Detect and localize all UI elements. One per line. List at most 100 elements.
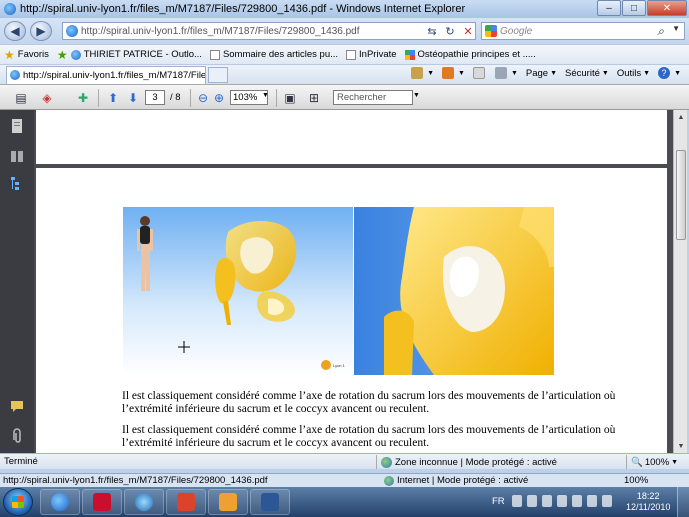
minimize-button[interactable]: – <box>597 0 621 16</box>
print-icon[interactable]: ▤ <box>12 89 30 107</box>
language-indicator[interactable]: FR <box>492 496 505 507</box>
maximize-button[interactable]: □ <box>622 0 646 16</box>
taskbar-app-ie[interactable] <box>40 489 80 515</box>
find-input[interactable]: Rechercher <box>333 90 413 105</box>
scroll-down-button[interactable]: ▼ <box>674 439 688 453</box>
favorites-bar: ★ Favoris ★ THIRIET PATRICE - Outlo... S… <box>0 44 689 64</box>
compat-view-icon[interactable]: ⇆ <box>424 23 440 39</box>
windows-taskbar: FR 18:22 12/11/2010 <box>0 487 689 517</box>
new-tab-button[interactable] <box>208 67 228 83</box>
favorites-item-label: InPrivate <box>359 49 397 60</box>
fit-page-icon[interactable]: ▣ <box>281 89 299 107</box>
back-button[interactable]: ◀ <box>4 21 26 41</box>
start-button[interactable] <box>3 488 33 516</box>
scroll-thumb[interactable] <box>676 150 686 240</box>
lyon-logo-text: Lyon 1 <box>333 363 346 368</box>
mail-button[interactable] <box>472 67 487 79</box>
help-menu[interactable]: ? ▼ <box>658 67 681 79</box>
tray-icon[interactable] <box>527 495 537 507</box>
search-icon[interactable]: ⌕ <box>657 24 664 39</box>
attachments-panel-icon[interactable] <box>10 148 24 164</box>
status-text: Terminé <box>4 456 38 467</box>
next-page-icon[interactable]: ⬇ <box>124 89 142 107</box>
print-button[interactable]: ▼ <box>494 67 518 79</box>
page-favicon-icon <box>66 25 78 37</box>
address-url: http://spiral.univ-lyon1.fr/files_m/M718… <box>81 25 360 37</box>
address-row: ◀ ▶ http://spiral.univ-lyon1.fr/files_m/… <box>0 18 689 44</box>
page-number-input[interactable]: 3 <box>145 90 165 105</box>
forward-button[interactable]: ▶ <box>30 21 52 41</box>
home-icon <box>411 67 424 79</box>
home-button[interactable]: ▼ <box>411 67 434 79</box>
paperclip-icon[interactable] <box>10 428 24 444</box>
tab-pdf[interactable]: http://spiral.univ-lyon1.fr/files_m/M718… <box>6 66 206 84</box>
pdf-document-area[interactable]: Lyon 1 Il est classiquement considéré co… <box>34 110 673 453</box>
tray-icon[interactable] <box>572 495 582 507</box>
taskbar-app-quicktime[interactable] <box>124 489 164 515</box>
search-dropdown-icon[interactable]: ▼ <box>672 24 680 33</box>
favorites-item[interactable]: Sommaire des articles pu... <box>209 49 339 60</box>
tray-icon[interactable] <box>512 495 522 507</box>
system-clock[interactable]: 18:22 12/11/2010 <box>626 491 670 513</box>
tray-icons <box>512 495 617 507</box>
help-icon: ? <box>658 67 671 79</box>
zoom-dropdown-icon: ▼ <box>671 458 679 466</box>
refresh-icon[interactable]: ↻ <box>442 23 458 39</box>
scroll-up-button[interactable]: ▲ <box>674 110 688 124</box>
zoom-control[interactable]: 🔍 100% ▼ <box>626 455 678 469</box>
tools-menu[interactable]: Outils ▼ <box>617 68 650 79</box>
fit-width-icon[interactable]: ⊞ <box>305 89 323 107</box>
photos-icon <box>177 493 195 511</box>
favorites-item-label: Sommaire des articles pu... <box>222 49 339 60</box>
previous-page-icon[interactable]: ⬆ <box>104 89 122 107</box>
ie-icon <box>10 70 20 80</box>
pages-panel-icon[interactable] <box>10 118 24 134</box>
taskbar-app-media-player[interactable] <box>208 489 248 515</box>
google-icon <box>404 49 415 60</box>
comment-icon[interactable]: ✚ <box>74 89 92 107</box>
bookmarks-panel-icon[interactable] <box>10 176 24 192</box>
body-paragraph: Il est classiquement considéré comme l’a… <box>122 424 616 449</box>
favorites-button[interactable]: ★ Favoris <box>4 48 49 62</box>
window-title-bar[interactable]: http://spiral.univ-lyon1.fr/files_m/M718… <box>0 0 689 18</box>
quicktime-icon <box>135 493 153 511</box>
favorites-item[interactable]: InPrivate <box>346 49 397 60</box>
pdf-page-previous <box>36 110 667 164</box>
search-input[interactable]: Google ⌕ ▼ <box>481 22 685 40</box>
taskbar-app-acrobat[interactable] <box>82 489 122 515</box>
tray-icon[interactable] <box>602 495 612 507</box>
comments-panel-icon[interactable] <box>10 398 24 414</box>
zoom-icon: 🔍 <box>631 456 643 468</box>
clock-time: 18:22 <box>636 491 660 501</box>
vertical-scrollbar[interactable]: ▲ ▼ <box>673 110 687 453</box>
tray-icon[interactable] <box>557 495 567 507</box>
show-desktop-button[interactable] <box>677 487 689 517</box>
zoom-in-icon[interactable]: ⊕ <box>210 89 228 107</box>
zoom-dropdown-icon[interactable]: ▼ <box>262 92 269 99</box>
tray-icon[interactable] <box>542 495 552 507</box>
google-icon <box>485 25 497 37</box>
globe-icon <box>381 456 392 468</box>
tab-row: http://spiral.univ-lyon1.fr/files_m/M718… <box>0 64 689 84</box>
security-menu[interactable]: Sécurité ▼ <box>565 68 609 79</box>
share-icon[interactable]: ◈ <box>38 89 56 107</box>
favorites-item[interactable]: ★ THIRIET PATRICE - Outlo... <box>57 48 202 62</box>
print-icon <box>494 67 507 79</box>
taskbar-app-word[interactable] <box>250 489 290 515</box>
close-button[interactable]: ✕ <box>647 0 687 16</box>
security-zone[interactable]: Zone inconnue | Mode protégé : activé <box>376 455 557 469</box>
taskbar-app-photos[interactable] <box>166 489 206 515</box>
toolbar-separator <box>190 89 191 107</box>
favorites-item-label: Ostéopathie principes et ..... <box>417 49 536 60</box>
address-input[interactable]: http://spiral.univ-lyon1.fr/files_m/M718… <box>62 22 476 40</box>
pdf-side-panel <box>0 110 34 453</box>
stop-icon[interactable]: ✕ <box>460 23 476 39</box>
find-dropdown-icon[interactable]: ▼ <box>413 92 420 99</box>
favorites-star-icon: ★ <box>4 47 15 62</box>
address-actions: ⇆ ↻ ✕ <box>424 23 478 39</box>
feeds-button[interactable]: ▼ <box>442 67 465 79</box>
tray-icon[interactable] <box>587 495 597 507</box>
clock-date: 12/11/2010 <box>626 502 671 512</box>
page-menu[interactable]: Page ▼ <box>526 68 557 79</box>
favorites-item[interactable]: Ostéopathie principes et ..... <box>404 49 536 60</box>
